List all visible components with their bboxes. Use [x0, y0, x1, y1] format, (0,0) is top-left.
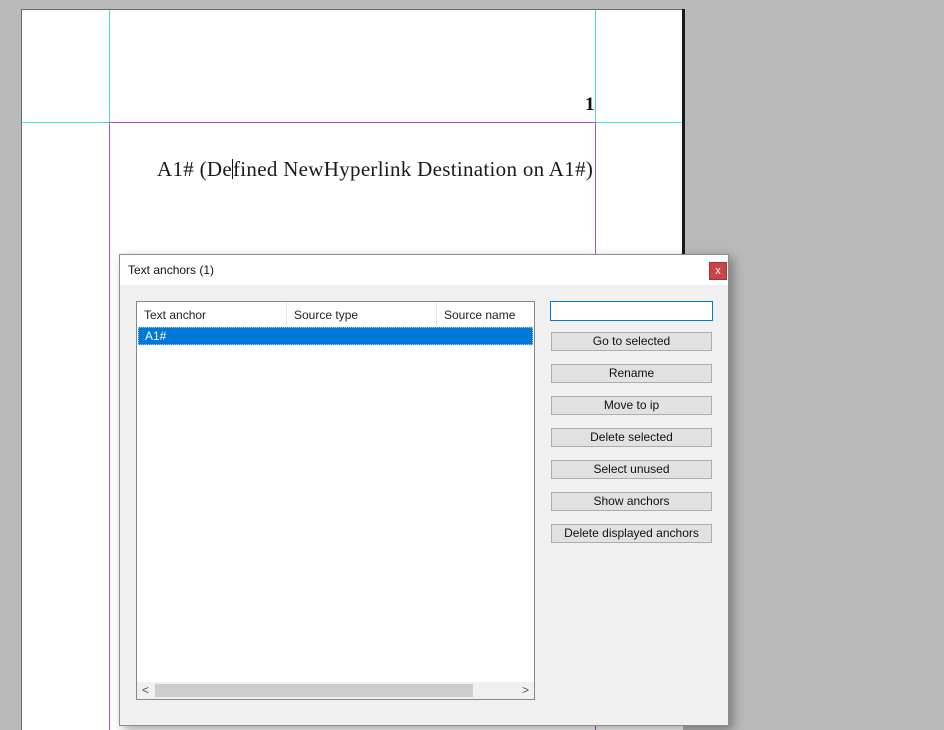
go-to-selected-button[interactable]: Go to selected — [551, 332, 712, 351]
body-text[interactable]: A1# (Defined NewHyperlink Destination on… — [157, 155, 597, 183]
page-edge-shadow — [682, 9, 685, 256]
list-item[interactable]: A1# — [138, 327, 533, 345]
cell-text-anchor: A1# — [145, 329, 167, 343]
delete-displayed-anchors-button[interactable]: Delete displayed anchors — [551, 524, 712, 543]
scroll-left-icon[interactable]: < — [137, 682, 154, 699]
body-text-before-caret: A1# (De — [157, 157, 232, 181]
delete-selected-button[interactable]: Delete selected — [551, 428, 712, 447]
page-number: 1 — [585, 94, 595, 115]
dialog-titlebar[interactable]: Text anchors (1) x — [120, 255, 728, 285]
scroll-right-icon[interactable]: > — [517, 682, 534, 699]
column-header-source-name[interactable]: Source name — [437, 302, 534, 326]
margin-guide-top-magenta — [109, 122, 596, 123]
text-anchors-dialog: Text anchors (1) x Text anchor Source ty… — [119, 254, 729, 726]
cell-source-type — [289, 328, 445, 344]
show-anchors-button[interactable]: Show anchors — [551, 492, 712, 511]
move-to-ip-button[interactable]: Move to ip — [551, 396, 712, 415]
list-header: Text anchor Source type Source name — [137, 302, 534, 326]
dialog-title: Text anchors (1) — [128, 263, 215, 277]
cell-source-name — [439, 328, 535, 344]
column-header-text-anchor[interactable]: Text anchor — [137, 302, 287, 326]
rename-button[interactable]: Rename — [551, 364, 712, 383]
close-button[interactable]: x — [709, 262, 727, 280]
margin-guide-left — [109, 122, 110, 730]
horizontal-scrollbar[interactable]: < > — [137, 682, 534, 699]
column-header-source-type[interactable]: Source type — [287, 302, 437, 326]
anchors-list[interactable]: Text anchor Source type Source name A1# … — [136, 301, 535, 700]
anchor-filter-input[interactable] — [550, 301, 713, 321]
body-text-after-caret: fined NewHyperlink Destination on A1#) — [233, 157, 594, 181]
select-unused-button[interactable]: Select unused — [551, 460, 712, 479]
scrollbar-thumb[interactable] — [155, 684, 473, 697]
